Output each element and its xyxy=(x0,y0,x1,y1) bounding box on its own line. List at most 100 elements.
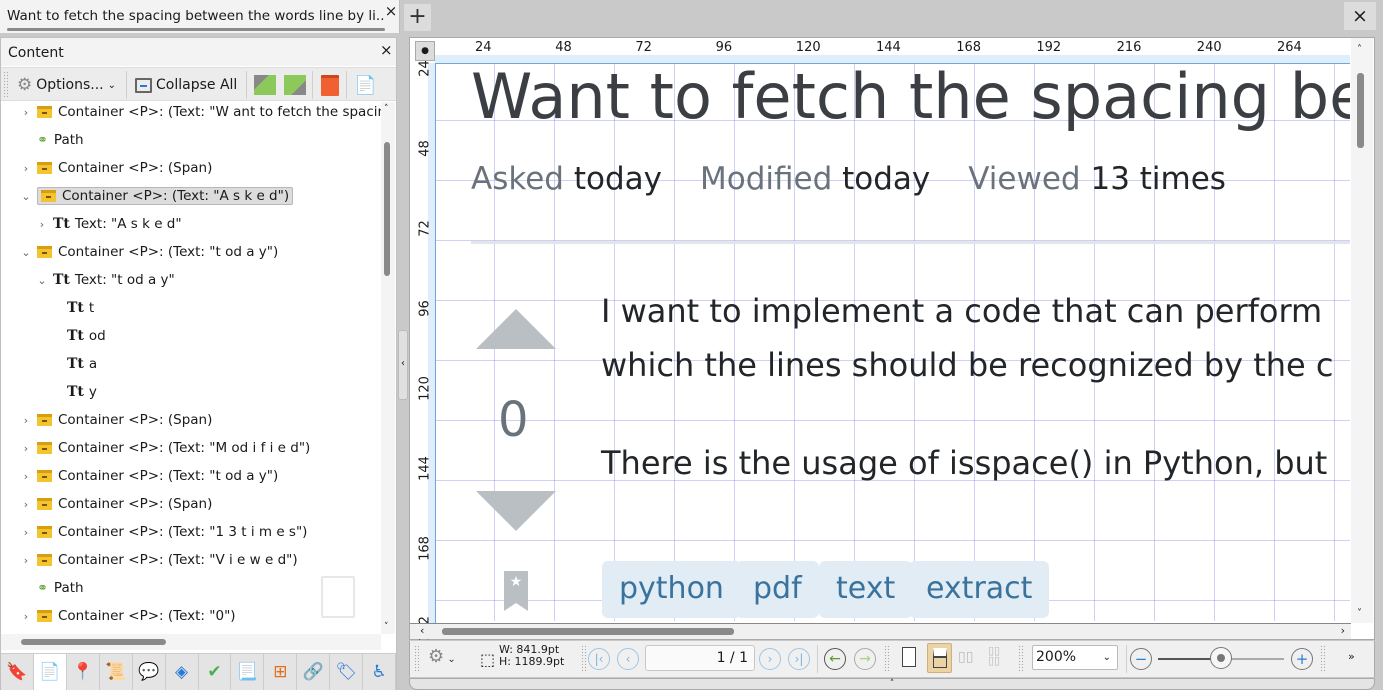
panel-tab-comments[interactable]: 💬 xyxy=(133,654,166,690)
new-tab-button[interactable]: + xyxy=(404,4,431,31)
continuous-facing-view-button[interactable]: ▯▯ ▯▯ xyxy=(988,645,1000,666)
scroll-left-icon[interactable]: ‹ xyxy=(420,624,424,637)
panel-tab-strip: 🔖 📄 📍 📜 💬 ◈ ✔ 📃 ⊞ 🔗 🏷 ♿ xyxy=(1,653,397,690)
toolbar-grip[interactable] xyxy=(3,71,9,99)
tree-item[interactable]: › Container <P>: (Span) xyxy=(19,155,213,181)
toolbar-grip[interactable] xyxy=(1320,645,1326,673)
page-number-input[interactable]: 1 / 1 xyxy=(645,645,755,671)
scroll-down-icon[interactable]: ˅ xyxy=(384,622,389,632)
toolbar-grip[interactable] xyxy=(1018,645,1024,673)
tree-item[interactable]: ⚭ Path xyxy=(19,575,84,601)
close-tab-button[interactable]: × xyxy=(384,4,398,19)
chevron-right-icon[interactable]: › xyxy=(35,218,49,231)
panel-tab-links[interactable]: 🔗 xyxy=(297,654,331,690)
toolbar-grip[interactable] xyxy=(581,645,587,673)
collapse-bottom-panel[interactable]: ˄ xyxy=(409,678,1375,690)
zoom-slider-handle[interactable] xyxy=(1210,647,1232,669)
close-window-button[interactable]: × xyxy=(1344,2,1376,30)
scroll-thumb[interactable] xyxy=(21,639,166,645)
zoom-out-button[interactable]: − xyxy=(1130,648,1152,670)
collapse-all-button[interactable]: Collapse All xyxy=(135,72,237,98)
scroll-thumb[interactable] xyxy=(384,142,390,276)
selected-item[interactable]: Container <P>: (Text: "A s k e d") xyxy=(37,187,294,205)
single-page-view-button[interactable] xyxy=(902,647,916,667)
panel-tab-tags-fields[interactable]: 🏷 xyxy=(330,654,364,690)
options-button[interactable]: ⚙ Options... ⌄ xyxy=(17,72,116,98)
tree-item[interactable]: Tt y xyxy=(67,379,97,405)
tree-item[interactable]: › Container <P>: (Text: "V i e w e d") xyxy=(19,547,298,573)
tree-item[interactable]: › Container <P>: (Text: "W ant to fetch t… xyxy=(19,102,381,125)
tree-item[interactable]: ⌄ Container <P>: (Text: "t od a y") xyxy=(19,239,278,265)
tree-item-label: t xyxy=(88,300,95,316)
toolbar-overflow-button[interactable]: » xyxy=(1348,650,1355,663)
chevron-right-icon[interactable]: › xyxy=(19,610,33,623)
next-page-button[interactable]: › xyxy=(759,648,781,670)
toolbar-grip[interactable] xyxy=(884,645,890,673)
tree-vertical-scrollbar[interactable]: ˄ ˅ xyxy=(381,102,395,634)
tree-item[interactable]: › Container <P>: (Text: "t od a y") xyxy=(19,463,278,489)
forward-button[interactable]: → xyxy=(854,648,876,670)
panel-tab-destinations[interactable]: 📍 xyxy=(67,654,100,690)
pages-icon: 📃 xyxy=(236,662,258,682)
tree-item[interactable]: › Container <P>: (Text: "1 3 t i m e s") xyxy=(19,519,308,545)
tree-item[interactable]: › Container <P>: (Text: "M od i f i e d") xyxy=(19,435,311,461)
chevron-right-icon[interactable]: › xyxy=(19,442,33,455)
scroll-thumb[interactable] xyxy=(1357,73,1364,148)
meta-key: Viewed xyxy=(968,161,1081,197)
back-button[interactable]: ← xyxy=(824,648,846,670)
toolbar-grip[interactable] xyxy=(414,645,420,673)
delete-button[interactable] xyxy=(321,72,339,98)
chevron-down-icon[interactable]: ⌄ xyxy=(19,246,33,259)
tree-item[interactable]: Tt t xyxy=(67,295,94,321)
tree-item[interactable]: › Container <P>: (Text: "0") xyxy=(19,603,236,629)
tree-item[interactable]: › Container <P>: (Span) xyxy=(19,491,213,517)
chevron-down-icon[interactable]: ⌄ xyxy=(35,274,49,287)
move-down-button[interactable] xyxy=(284,72,306,98)
chevron-right-icon[interactable]: › xyxy=(19,498,33,511)
tree-item[interactable]: › Container <P>: (Span) xyxy=(19,407,213,433)
panel-tab-spell-check[interactable]: ✔ xyxy=(199,654,232,690)
panel-tab-layers[interactable]: ◈ xyxy=(166,654,199,690)
continuous-view-button[interactable] xyxy=(927,643,952,673)
zoom-select[interactable]: 200% ⌄ xyxy=(1032,645,1118,670)
first-page-button[interactable]: |‹ xyxy=(588,648,610,670)
tree-horizontal-scrollbar[interactable] xyxy=(1,634,381,650)
tree-item[interactable]: ⌄ Container <P>: (Text: "A s k e d") xyxy=(19,183,294,209)
document-horizontal-scrollbar[interactable]: ‹ › xyxy=(410,623,1351,639)
previous-page-button[interactable]: ‹ xyxy=(617,648,639,670)
properties-button[interactable]: 📄 xyxy=(354,72,376,98)
tree-item[interactable]: › Tt Text: "A s k e d" xyxy=(35,211,182,237)
chevron-right-icon[interactable]: › xyxy=(19,414,33,427)
panel-tab-content[interactable]: 📄 xyxy=(33,654,67,690)
panel-tab-signatures[interactable]: 📜 xyxy=(100,654,133,690)
scroll-up-icon[interactable]: ˄ xyxy=(384,104,389,114)
scroll-thumb[interactable] xyxy=(442,628,734,635)
tree-item[interactable]: ⌄ Tt Text: "t od a y" xyxy=(35,267,174,293)
chevron-right-icon[interactable]: › xyxy=(19,554,33,567)
scroll-up-icon[interactable]: ˄ xyxy=(1357,44,1362,55)
zoom-in-button[interactable]: + xyxy=(1291,648,1313,670)
tree-item[interactable]: Tt a xyxy=(67,351,97,377)
chevron-right-icon[interactable]: › xyxy=(19,470,33,483)
panel-tab-accessibility[interactable]: ♿ xyxy=(363,654,397,690)
chevron-right-icon[interactable]: › xyxy=(19,106,33,119)
chevron-right-icon[interactable]: › xyxy=(19,162,33,175)
document-tab[interactable]: Want to fetch the spacing between the wo… xyxy=(0,0,400,33)
close-panel-button[interactable]: × xyxy=(380,41,393,59)
document-vertical-scrollbar[interactable]: ˄ ˅ xyxy=(1351,38,1373,623)
panel-splitter[interactable]: ‹ xyxy=(398,330,408,400)
tree-item[interactable]: Tt od xyxy=(67,323,106,349)
panel-tab-bookmarks[interactable]: 🔖 xyxy=(1,654,34,690)
tree-item[interactable]: ⚭ Path xyxy=(19,127,84,153)
panel-tab-pages[interactable]: 📃 xyxy=(231,654,265,690)
chevron-down-icon[interactable]: ⌄ xyxy=(19,190,33,203)
move-up-button[interactable] xyxy=(254,72,276,98)
last-page-button[interactable]: ›| xyxy=(788,648,810,670)
tree-item-label: y xyxy=(88,384,97,400)
panel-tab-tags[interactable]: ⊞ xyxy=(264,654,298,690)
scroll-right-icon[interactable]: › xyxy=(1341,624,1345,637)
view-settings-button[interactable]: ⚙ ⌄ xyxy=(428,646,456,667)
scroll-down-icon[interactable]: ˅ xyxy=(1357,608,1362,619)
chevron-right-icon[interactable]: › xyxy=(19,526,33,539)
facing-view-button[interactable]: ▯▯ xyxy=(958,649,973,665)
